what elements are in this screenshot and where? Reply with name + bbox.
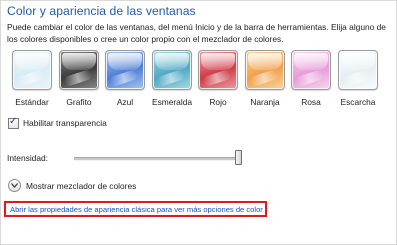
chevron-down-icon[interactable] [8, 179, 21, 192]
color-swatch-grafito[interactable] [59, 50, 99, 90]
swatch-highlight [109, 68, 139, 88]
window-color-panel: Color y apariencia de las ventanas Puede… [0, 0, 397, 245]
swatch-gloss [201, 53, 235, 71]
swatch-gloss [15, 53, 49, 71]
swatch-gloss [341, 53, 375, 71]
classic-appearance-link-highlight: Abrir las propiedades de apariencia clás… [4, 201, 267, 217]
swatch-highlight [202, 68, 232, 88]
checkmark-icon: ✓ [9, 115, 18, 127]
swatch-highlight [16, 68, 46, 88]
swatch-label: Escarcha [340, 97, 376, 107]
page-description: Puede cambiar el color de las ventanas, … [7, 22, 386, 44]
color-swatch-rosa[interactable] [291, 50, 331, 90]
swatch-gloss [62, 53, 96, 71]
color-swatch-escarcha[interactable] [338, 50, 378, 90]
swatch-gloss [294, 53, 328, 71]
swatch-highlight [156, 68, 186, 88]
color-mixer-expander[interactable]: Mostrar mezclador de colores [8, 179, 136, 192]
swatch-gloss [248, 53, 282, 71]
color-swatch-rojo[interactable] [198, 50, 238, 90]
intensity-slider-thumb[interactable] [235, 150, 242, 165]
swatch-highlight [342, 68, 372, 88]
swatch-highlight [63, 68, 93, 88]
intensity-label: Intensidad: [7, 153, 48, 163]
transparency-option[interactable]: ✓ Habilitar transparencia [8, 115, 107, 129]
color-swatch-naranja[interactable] [245, 50, 285, 90]
intensity-slider-track[interactable] [74, 157, 242, 161]
swatch-highlight [295, 68, 325, 88]
swatch-highlight [249, 68, 279, 88]
transparency-checkbox[interactable]: ✓ [8, 115, 19, 129]
color-mixer-label: Mostrar mezclador de colores [26, 180, 137, 191]
chevron-down-glyph [11, 183, 18, 188]
page-title: Color y apariencia de las ventanas [7, 4, 196, 18]
color-swatch-row: Estándar Grafito Azul Esmeralda Rojo Naranja R… [12, 50, 392, 110]
transparency-label: Habilitar transparencia [23, 118, 107, 128]
color-swatch-esmeralda[interactable] [152, 50, 192, 90]
color-swatch-azul[interactable] [105, 50, 145, 90]
classic-appearance-link[interactable]: Abrir las propiedades de apariencia clás… [10, 205, 263, 214]
swatch-gloss [108, 53, 142, 71]
color-swatch-estandar[interactable] [12, 50, 52, 90]
swatch-gloss [155, 53, 189, 71]
